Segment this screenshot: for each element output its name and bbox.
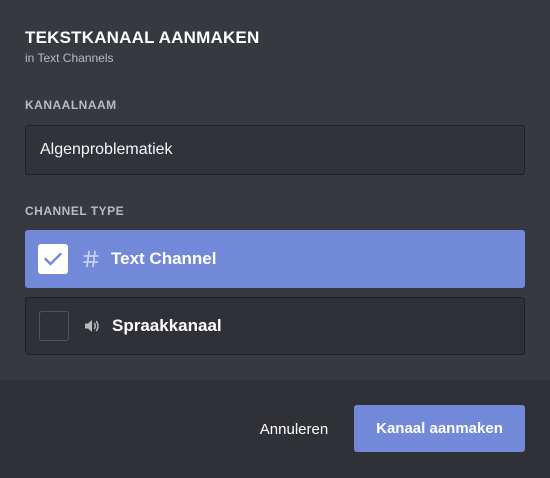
channel-type-option-text[interactable]: Text Channel: [25, 230, 525, 288]
speaker-icon: [81, 318, 103, 334]
channel-type-option-voice[interactable]: Spraakkanaal: [25, 297, 525, 355]
channel-name-label: KANAALNAAM: [25, 98, 117, 112]
modal-subtitle: in Text Channels: [25, 51, 114, 65]
checkmark-icon: [44, 252, 62, 266]
create-channel-modal: TEKSTKANAAL AANMAKEN in Text Channels KA…: [0, 0, 550, 478]
hashtag-icon: [80, 250, 102, 268]
modal-title: TEKSTKANAAL AANMAKEN: [25, 28, 260, 47]
modal-header: TEKSTKANAAL AANMAKEN in Text Channels: [25, 28, 259, 65]
create-channel-button[interactable]: Kanaal aanmaken: [354, 405, 525, 452]
checkbox-checked[interactable]: [38, 244, 68, 274]
channel-type-option-label: Text Channel: [111, 249, 217, 268]
channel-name-input[interactable]: [25, 125, 525, 175]
cancel-button[interactable]: Annuleren: [245, 406, 343, 452]
channel-type-label: CHANNEL TYPE: [25, 204, 125, 218]
channel-type-option-label: Spraakkanaal: [112, 316, 222, 335]
checkbox-unchecked[interactable]: [39, 311, 69, 341]
